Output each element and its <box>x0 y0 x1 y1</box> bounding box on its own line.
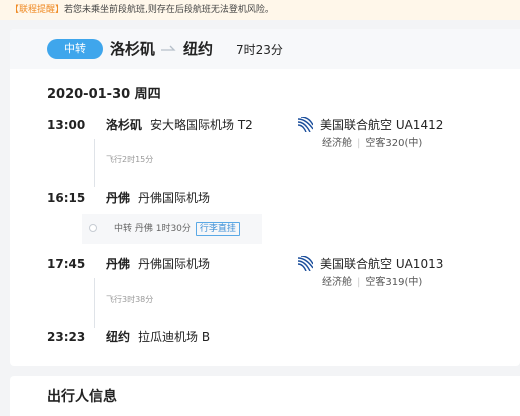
segment1-cabin-info: 经济舱 | 空客320(中) <box>322 137 422 151</box>
circle-icon <box>89 224 97 232</box>
flight-date: 2020-01-30 周四 <box>47 87 161 102</box>
segment2-depart-time: 17:45 <box>47 257 86 271</box>
segment2-arrive-time: 23:23 <box>47 330 86 344</box>
divider: | <box>357 138 361 149</box>
passenger-info-title: 出行人信息 <box>47 389 117 405</box>
segment2-arrive-airport-name: 拉瓜迪机场 B <box>138 330 211 344</box>
segment2-cabin: 经济舱 <box>322 277 352 288</box>
segment1-depart-city: 洛杉矶 <box>106 118 143 132</box>
segment1-arrive-city: 丹佛 <box>106 191 131 205</box>
segment2-depart-airport: 丹佛 丹佛国际机场 <box>106 256 210 272</box>
flight-detail-card: 中转 洛杉矶 纽约 7时23分 2020-01-30 周四 13:00 洛杉矶安… <box>10 29 520 366</box>
divider: | <box>357 277 361 288</box>
segment1-depart-time: 13:00 <box>47 118 86 132</box>
segment1-depart-airport: 洛杉矶 安大略国际机场 T2 <box>106 117 253 133</box>
segment2-depart-airport-name: 丹佛国际机场 <box>138 257 211 271</box>
segment2-aircraft: 空客319(中) <box>365 277 423 288</box>
united-airlines-logo-icon <box>298 256 313 271</box>
segment1-timeline <box>94 139 95 187</box>
transfer-info-text: 中转 丹佛 1时30分 行李直挂 <box>114 222 240 236</box>
segment1-airline: 美国联合航空 UA1412 <box>320 118 444 132</box>
segment1-aircraft: 空客320(中) <box>365 138 423 149</box>
notice-text: 若您未乘坐前段航班,则存在后段航班无法登机风险。 <box>64 5 274 15</box>
segment2-flight-time: 飞行3时38分 <box>106 295 154 304</box>
luggage-through-badge: 行李直挂 <box>195 222 240 236</box>
total-duration: 7时23分 <box>236 43 283 57</box>
to-city: 纽约 <box>183 40 214 58</box>
transfer-notice: 【联程提醒】若您未乘坐前段航班,则存在后段航班无法登机风险。 <box>0 0 520 20</box>
transfer-text: 中转 丹佛 1时30分 <box>114 224 191 234</box>
segment1-arrive-airport: 丹佛 丹佛国际机场 <box>106 190 210 206</box>
united-airlines-logo-icon <box>298 117 313 132</box>
segment2-depart-city: 丹佛 <box>106 257 131 271</box>
notice-tag: 【联程提醒】 <box>10 5 65 15</box>
transfer-badge: 中转 <box>47 39 103 59</box>
segment1-flight-time: 飞行2时15分 <box>106 155 154 164</box>
segment2-airline: 美国联合航空 UA1013 <box>320 257 444 271</box>
arrow-right-icon <box>161 38 177 60</box>
segment1-cabin: 经济舱 <box>322 138 352 149</box>
from-city: 洛杉矶 <box>110 40 156 58</box>
segment2-arrive-airport: 纽约 拉瓜迪机场 B <box>106 329 210 345</box>
segment2-cabin-info: 经济舱 | 空客319(中) <box>322 276 422 290</box>
segment2-arrive-city: 纽约 <box>106 330 131 344</box>
segment1-arrive-airport-name: 丹佛国际机场 <box>138 191 211 205</box>
segment2-timeline <box>94 278 95 328</box>
segment1-arrive-time: 16:15 <box>47 191 86 205</box>
passenger-info-card: 出行人信息 <box>10 376 520 416</box>
route-title: 洛杉矶 纽约 <box>110 38 213 60</box>
segment1-depart-airport-name: 安大略国际机场 T2 <box>150 118 253 132</box>
route-header: 中转 洛杉矶 纽约 7时23分 <box>10 29 520 69</box>
